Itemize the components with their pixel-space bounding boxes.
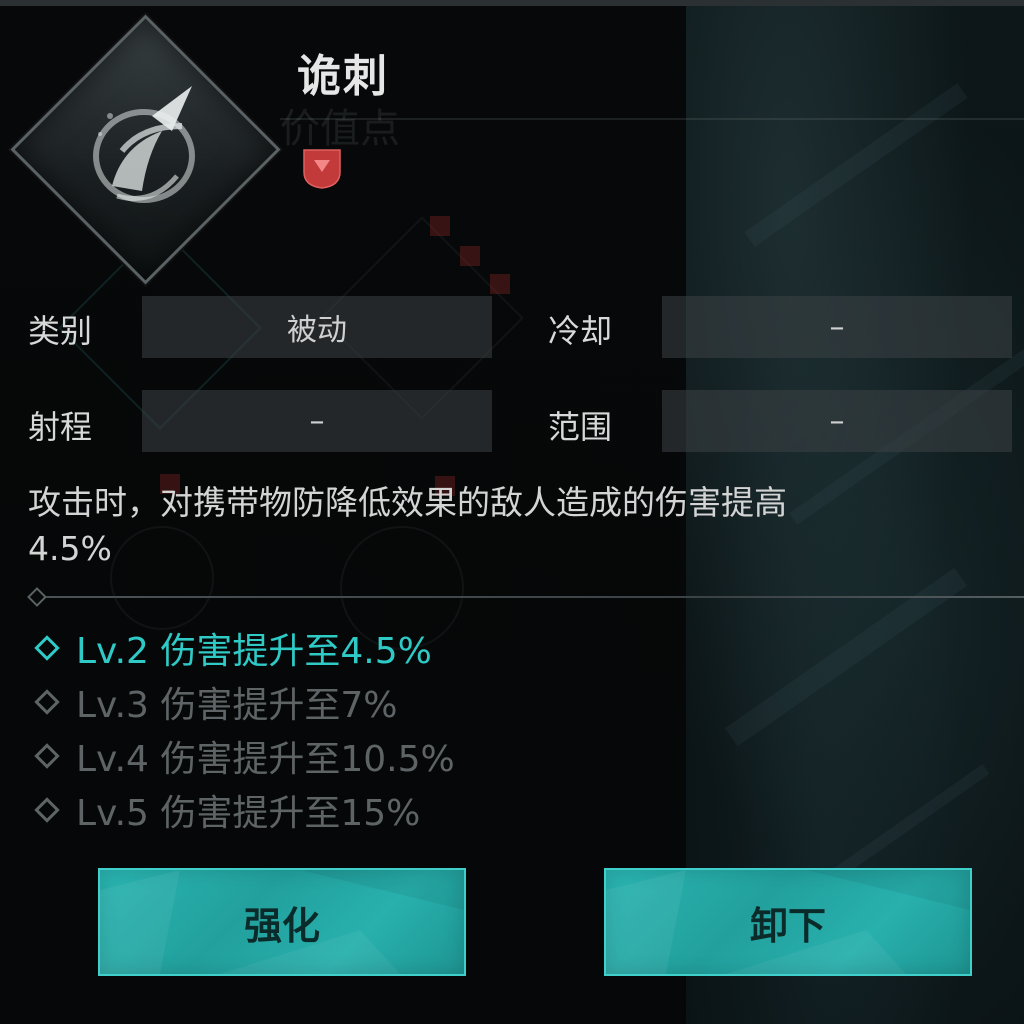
upgrade-button[interactable]: 强化 (98, 868, 466, 976)
area-value: – (662, 390, 1012, 452)
upgrade-button-label: 强化 (243, 903, 320, 948)
diamond-bullet-icon (34, 797, 60, 823)
diamond-bullet-icon (34, 689, 60, 715)
dagger-skill-icon (93, 86, 195, 203)
diamond-bullet-icon (34, 743, 60, 769)
level-text: Lv.2 伤害提升至4.5% (76, 631, 432, 672)
level-item-3: Lv.3 伤害提升至7% (34, 676, 397, 728)
ghost-dot (490, 274, 510, 294)
skill-detail-screen: 诡刺 价值点 类别 被动 冷却 – 射程 – 范围 – 攻击时，对携带物防降低效… (0, 0, 1024, 1024)
red-rank-badge (303, 149, 341, 189)
ghost-divider (280, 118, 1024, 120)
category-label: 类别 (28, 312, 93, 350)
skill-description: 攻击时，对携带物防降低效果的敌人造成的伤害提高 4.5% (28, 480, 928, 572)
ghost-dot (430, 216, 450, 236)
ghost-dot (460, 246, 480, 266)
unequip-button-label: 卸下 (749, 903, 826, 948)
level-item-5: Lv.5 伤害提升至15% (34, 784, 420, 836)
diamond-bullet-icon (34, 635, 60, 661)
section-divider (28, 596, 1024, 598)
level-item-4: Lv.4 伤害提升至10.5% (34, 730, 455, 782)
level-item-2: Lv.2 伤害提升至4.5% (34, 622, 432, 674)
level-text: Lv.4 伤害提升至10.5% (76, 739, 455, 780)
area-label: 范围 (548, 408, 613, 446)
level-text: Lv.3 伤害提升至7% (76, 685, 398, 726)
level-text: Lv.5 伤害提升至15% (76, 793, 421, 834)
skill-title: 诡刺 (297, 51, 389, 102)
cooldown-label: 冷却 (548, 312, 613, 350)
category-value: 被动 (142, 296, 492, 358)
unequip-button[interactable]: 卸下 (604, 868, 972, 976)
description-line-2: 4.5% (28, 529, 112, 568)
range-value: – (142, 390, 492, 452)
range-label: 射程 (28, 408, 93, 446)
cooldown-value: – (662, 296, 1012, 358)
description-line-1: 攻击时，对携带物防降低效果的敌人造成的伤害提高 (28, 483, 787, 522)
